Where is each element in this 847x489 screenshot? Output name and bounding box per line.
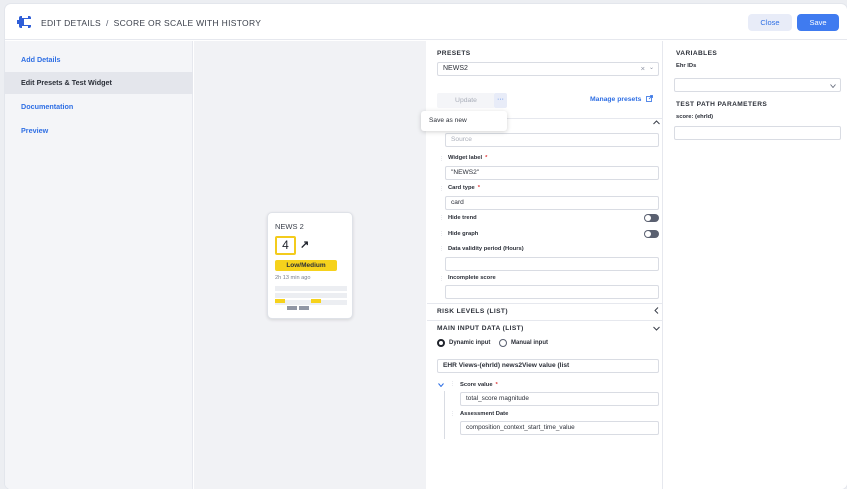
widget-label-text: Widget label (448, 155, 483, 161)
hide-trend-toggle[interactable] (644, 214, 659, 222)
graph-bar-yellow-2 (311, 299, 321, 303)
sidebar: Add Details Edit Presets & Test Widget D… (5, 41, 193, 489)
manual-input-radio[interactable] (499, 339, 507, 347)
card-type-label: Card type * (448, 185, 480, 191)
graph-row-2 (275, 293, 347, 298)
incomplete-score-label: Incomplete score (448, 275, 496, 281)
widget-label-label: Widget label * (448, 155, 487, 161)
drag-handle-icon[interactable]: ⋮ (450, 381, 455, 387)
risk-levels-heading[interactable]: RISK LEVELS (LIST) (437, 308, 508, 315)
drag-handle-icon[interactable]: ⋮ (439, 276, 444, 282)
more-options-button[interactable]: ··· (494, 93, 507, 108)
graph-bar-yellow-1 (275, 299, 285, 303)
manage-presets-label: Manage presets (590, 96, 642, 103)
score-value-input[interactable]: total_score magnitude (460, 392, 659, 406)
clear-icon[interactable]: × (641, 63, 645, 75)
save-as-new-menu-item[interactable]: Save as new (421, 111, 507, 131)
widget-label-input[interactable]: "NEWS2" (445, 166, 659, 180)
breadcrumb-current: SCORE OR SCALE WITH HISTORY (113, 18, 262, 28)
sidebar-item-documentation[interactable]: Documentation (5, 96, 193, 118)
score-param-label: score: (ehrId) (676, 114, 714, 120)
hide-trend-label: Hide trend (448, 215, 477, 221)
score-value-text: Score value (460, 382, 493, 388)
widget-preview-canvas: NEWS 2 4 ↗ Low/Medium 2h 13 min ago (194, 41, 426, 489)
drag-handle-icon[interactable]: ⋮ (439, 231, 444, 237)
sidebar-item-preview[interactable]: Preview (5, 120, 193, 142)
chevron-down-icon[interactable] (653, 326, 660, 331)
variables-panel: VARIABLES Ehr IDs TEST PATH PARAMETERS s… (664, 41, 847, 489)
presets-heading: PRESETS (437, 50, 471, 57)
required-mark: * (477, 185, 481, 191)
chevron-down-icon[interactable] (830, 84, 836, 88)
update-button[interactable]: Update (437, 93, 495, 108)
card-type-input[interactable]: card (445, 196, 659, 210)
close-button[interactable]: Close (748, 14, 792, 31)
preset-select[interactable]: NEWS2 × ⌄ (437, 62, 659, 76)
score-value: 4 (275, 236, 296, 255)
presets-panel: PRESETS NEWS2 × ⌄ Update ··· Manage pres… (421, 41, 663, 489)
card-timestamp: 2h 13 min ago (275, 275, 311, 281)
chevron-down-icon[interactable] (438, 383, 444, 387)
ehr-view-input[interactable]: EHR Views-(ehrId) news2View value (list (437, 359, 659, 373)
ehr-ids-label: Ehr IDs (676, 63, 697, 69)
required-mark: * (485, 155, 488, 161)
breadcrumb-separator: / (105, 18, 109, 28)
tree-connector (444, 391, 445, 439)
drag-handle-icon[interactable]: ⋮ (450, 411, 455, 417)
hide-graph-label: Hide graph (448, 231, 479, 237)
history-graph (275, 286, 347, 310)
app-logo-icon (17, 14, 31, 30)
dynamic-input-radio[interactable] (437, 339, 445, 347)
drag-handle-icon[interactable]: ⋮ (439, 186, 444, 192)
section-divider (427, 320, 663, 321)
risk-level-badge: Low/Medium (275, 260, 337, 271)
source-input[interactable]: Source (445, 133, 659, 147)
hide-graph-toggle[interactable] (644, 230, 659, 238)
breadcrumb: EDIT DETAILS / SCORE OR SCALE WITH HISTORY (41, 18, 261, 28)
test-path-heading: TEST PATH PARAMETERS (676, 101, 768, 108)
dynamic-input-label: Dynamic input (449, 340, 491, 346)
graph-row-1 (275, 286, 347, 291)
assessment-date-label: Assessment Date (460, 411, 509, 417)
score-value-label: Score value * (460, 382, 498, 388)
drag-handle-icon[interactable]: ⋮ (439, 215, 444, 221)
assessment-date-input[interactable]: composition_context_start_time_value (460, 421, 659, 435)
external-link-icon (646, 95, 654, 102)
sidebar-item-edit-presets[interactable]: Edit Presets & Test Widget (5, 72, 193, 94)
incomplete-score-input[interactable] (445, 285, 659, 299)
graph-bar-grey-2 (299, 306, 309, 310)
breadcrumb-root[interactable]: EDIT DETAILS (41, 18, 101, 28)
sidebar-item-add-details[interactable]: Add Details (5, 49, 193, 71)
drag-handle-icon[interactable]: ⋮ (439, 246, 444, 252)
validity-period-input[interactable] (445, 257, 659, 271)
app-frame: EDIT DETAILS / SCORE OR SCALE WITH HISTORY… (0, 0, 847, 489)
main-input-heading[interactable]: MAIN INPUT DATA (LIST) (437, 325, 524, 332)
graph-bar-grey-1 (287, 306, 297, 310)
score-param-input[interactable] (674, 126, 841, 140)
manage-presets-link[interactable]: Manage presets (590, 95, 654, 103)
chevron-left-icon[interactable] (654, 307, 659, 314)
editor-window: EDIT DETAILS / SCORE OR SCALE WITH HISTORY… (5, 4, 847, 489)
save-button[interactable]: Save (797, 14, 839, 31)
manual-input-label: Manual input (511, 340, 548, 346)
card-title: NEWS 2 (275, 222, 304, 231)
top-bar: EDIT DETAILS / SCORE OR SCALE WITH HISTORY… (5, 4, 847, 40)
chevron-up-icon[interactable] (653, 120, 660, 125)
preset-select-value: NEWS2 (443, 65, 468, 72)
validity-period-label: Data validity period (Hours) (448, 246, 524, 252)
required-mark: * (495, 382, 498, 388)
card-type-text: Card type (448, 185, 475, 191)
variables-heading: VARIABLES (676, 50, 718, 57)
drag-handle-icon[interactable]: ⋮ (439, 156, 444, 162)
chevron-down-icon[interactable]: ⌄ (649, 62, 654, 74)
ehr-ids-select[interactable] (674, 78, 841, 92)
trend-up-icon: ↗ (300, 239, 310, 251)
score-widget-card[interactable]: NEWS 2 4 ↗ Low/Medium 2h 13 min ago (267, 212, 353, 319)
section-divider (427, 303, 663, 304)
